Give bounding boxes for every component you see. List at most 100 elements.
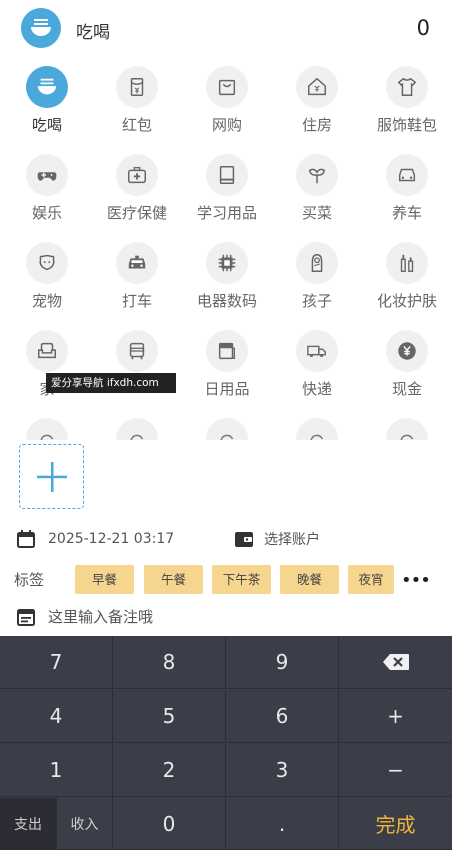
key-8[interactable]: 8 (113, 636, 226, 689)
add-category-button[interactable] (19, 444, 84, 509)
category-label: 电器数码 (196, 292, 257, 310)
account-label: 选择账户 (264, 532, 320, 548)
more-tags-button[interactable]: ••• (401, 570, 431, 591)
plus-icon (36, 461, 67, 492)
house-icon (296, 66, 338, 108)
key-5[interactable]: 5 (113, 690, 226, 743)
medical-kit-icon (116, 154, 158, 196)
key-dot[interactable]: . (226, 798, 339, 850)
car-icon (386, 154, 428, 196)
category-item[interactable]: 快递 (271, 326, 361, 414)
key-2[interactable]: 2 (113, 744, 226, 797)
tag-lunch[interactable]: 午餐 (144, 565, 203, 594)
tag-late-snack[interactable]: 夜宵 (348, 565, 394, 594)
category-item[interactable]: 化妆护肤 (361, 238, 451, 326)
yen-coin-icon (386, 330, 428, 372)
category-item-partial[interactable] (361, 414, 451, 440)
truck-icon (296, 330, 338, 372)
category-item[interactable]: 娱乐 (1, 150, 91, 238)
key-6[interactable]: 6 (226, 690, 339, 743)
shirt-icon (386, 66, 428, 108)
watermark: 爱分享导航 ifxdh.com (46, 373, 176, 393)
key-plus[interactable]: + (339, 690, 452, 743)
tag-afternoon-tea[interactable]: 下午茶 (212, 565, 271, 594)
numeric-keypad: 7 8 9 4 5 6 + 1 2 3 − 支出 收入 0 . 完成 (0, 636, 452, 850)
bus-icon (116, 330, 158, 372)
key-4[interactable]: 4 (0, 690, 113, 743)
category-item-partial[interactable] (271, 414, 361, 440)
category-label: 红包 (121, 116, 152, 134)
category-item[interactable]: 家 (1, 326, 91, 414)
backspace-key[interactable] (339, 636, 452, 689)
category-item[interactable]: 孩子 (271, 238, 361, 326)
baby-icon (296, 242, 338, 284)
category-label: 住房 (301, 116, 332, 134)
category-label: 服饰鞋包 (376, 116, 437, 134)
vegetable-icon (296, 154, 338, 196)
category-item-partial[interactable] (91, 414, 181, 440)
backspace-icon (382, 654, 409, 670)
bowl-icon (26, 66, 68, 108)
category-item[interactable]: 打车 (91, 238, 181, 326)
key-3[interactable]: 3 (226, 744, 339, 797)
category-item[interactable]: 学习用品 (181, 150, 271, 238)
done-button[interactable]: 完成 (339, 798, 452, 850)
category-icon-partial (26, 418, 68, 440)
note-placeholder: 这里输入备注哦 (48, 608, 154, 626)
category-item[interactable]: 吃喝 (1, 62, 91, 150)
tag-dinner[interactable]: 晚餐 (280, 565, 339, 594)
expense-toggle[interactable]: 支出 (0, 798, 57, 850)
book-icon (206, 154, 248, 196)
category-label: 学习用品 (196, 204, 257, 222)
bowl-icon (21, 8, 61, 48)
category-item[interactable]: 医疗保健 (91, 150, 181, 238)
category-label: 买菜 (301, 204, 332, 222)
pet-icon (26, 242, 68, 284)
key-9[interactable]: 9 (226, 636, 339, 689)
category-label: 吃喝 (31, 116, 62, 134)
category-label: 医疗保健 (106, 204, 167, 222)
category-item-partial[interactable] (1, 414, 91, 440)
category-item-partial[interactable] (181, 414, 271, 440)
tags-row: 标签 早餐 午餐 下午茶 晚餐 夜宵 ••• (0, 563, 452, 595)
category-label: 化妆护肤 (376, 292, 437, 310)
shopping-bag-icon (206, 66, 248, 108)
note-input[interactable]: 这里输入备注哦 (16, 606, 153, 627)
tag-breakfast[interactable]: 早餐 (75, 565, 134, 594)
income-toggle[interactable]: 收入 (57, 798, 113, 850)
calendar-icon (17, 530, 35, 548)
chip-icon (206, 242, 248, 284)
category-item[interactable]: 宠物 (1, 238, 91, 326)
category-label: 打车 (121, 292, 152, 310)
note-icon (17, 608, 35, 626)
key-minus[interactable]: − (339, 744, 452, 797)
category-label: 网购 (211, 116, 242, 134)
category-label: 现金 (391, 380, 422, 398)
category-icon-partial (296, 418, 338, 440)
category-item[interactable]: 买菜 (271, 150, 361, 238)
category-item[interactable]: 住房 (271, 62, 361, 150)
category-item[interactable]: 养车 (361, 150, 451, 238)
category-label: 宠物 (31, 292, 62, 310)
category-item[interactable] (91, 326, 181, 414)
key-1[interactable]: 1 (0, 744, 113, 797)
category-label: 娱乐 (31, 204, 62, 222)
category-item[interactable]: 网购 (181, 62, 271, 150)
category-label: 养车 (391, 204, 422, 222)
key-0[interactable]: 0 (113, 798, 226, 850)
sofa-icon (26, 330, 68, 372)
category-icon-partial (206, 418, 248, 440)
category-item[interactable]: 现金 (361, 326, 451, 414)
category-item[interactable]: 服饰鞋包 (361, 62, 451, 150)
gamepad-icon (26, 154, 68, 196)
category-item[interactable]: 日用品 (181, 326, 271, 414)
wallet-icon (235, 532, 253, 547)
key-7[interactable]: 7 (0, 636, 113, 689)
date-picker[interactable]: 2025-12-21 03:17 (16, 529, 174, 549)
category-label: 快递 (301, 380, 332, 398)
category-item[interactable]: 红包 (91, 62, 181, 150)
page-title: 吃喝 (76, 23, 110, 43)
category-item[interactable]: 电器数码 (181, 238, 271, 326)
account-selector[interactable]: 选择账户 (234, 529, 320, 549)
taxi-icon (116, 242, 158, 284)
